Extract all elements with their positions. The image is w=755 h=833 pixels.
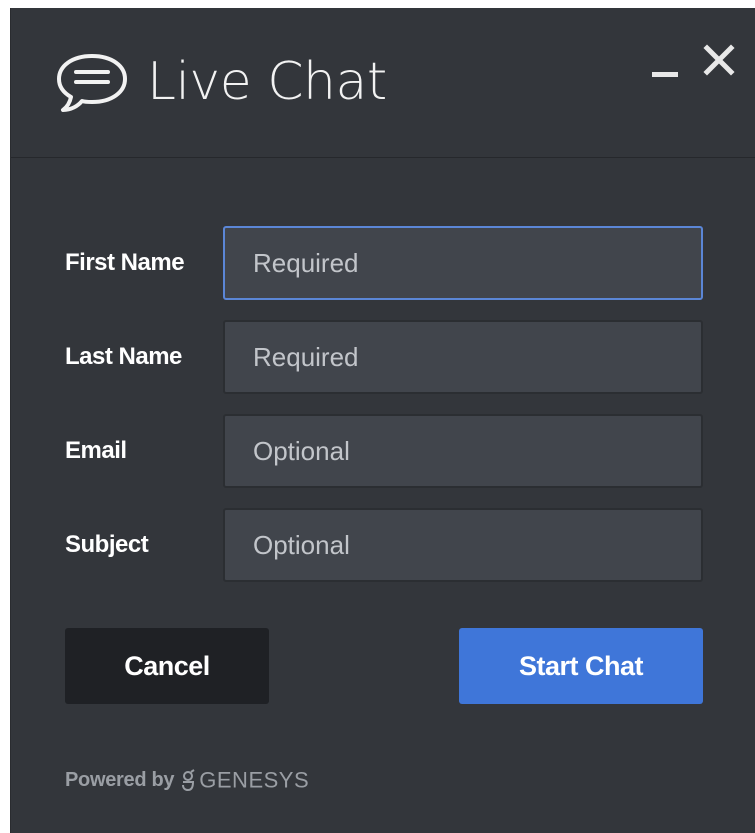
first-name-input[interactable] (223, 226, 703, 300)
subject-row: Subject (11, 508, 755, 582)
subject-input[interactable] (223, 508, 703, 582)
chat-bubble-icon (57, 54, 127, 112)
last-name-label: Last Name (65, 343, 182, 370)
last-name-input[interactable] (223, 320, 703, 394)
minimize-icon (652, 72, 678, 77)
email-row: Email (11, 414, 755, 488)
last-name-row: Last Name (11, 320, 755, 394)
powered-by-text: Powered by (65, 769, 175, 791)
powered-by-footer: Powered by GENESYS (65, 760, 309, 800)
close-button[interactable] (699, 40, 739, 80)
close-icon (703, 44, 735, 76)
minimize-button[interactable] (647, 52, 685, 88)
first-name-row: First Name (11, 226, 755, 300)
cancel-button[interactable]: Cancel (65, 628, 269, 704)
live-chat-window: Live Chat First Name Last Name Email Sub… (10, 8, 755, 833)
chat-header: Live Chat (11, 8, 755, 158)
genesys-brand-text: GENESYS (199, 767, 310, 793)
window-title: Live Chat (147, 52, 387, 112)
email-input[interactable] (223, 414, 703, 488)
first-name-label: First Name (65, 249, 185, 276)
genesys-logo-icon (182, 768, 195, 791)
start-chat-button[interactable]: Start Chat (459, 628, 703, 704)
subject-label: Subject (65, 531, 149, 558)
email-label: Email (65, 437, 127, 464)
